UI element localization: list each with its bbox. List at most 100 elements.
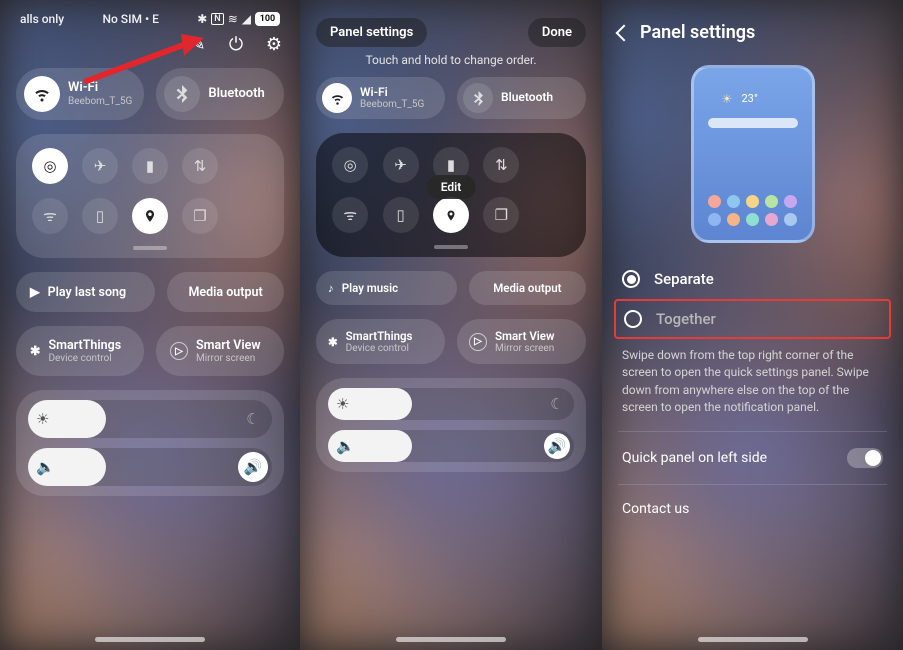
- power-icon[interactable]: ⏻: [226, 34, 246, 54]
- location-toggle[interactable]: [433, 197, 469, 233]
- status-right: ✱ N ≋ ◢ 100: [197, 12, 280, 26]
- wifi-sublabel: Beebom_T_5G: [68, 96, 132, 107]
- signal-status-icon: ◢: [242, 12, 251, 26]
- sort-toggle[interactable]: ⇅: [182, 148, 218, 184]
- brightness-icon: ☀: [336, 395, 349, 413]
- smartthings-label: SmartThings: [48, 338, 121, 353]
- smartthings-chip[interactable]: ✱ SmartThings Device control: [316, 319, 445, 364]
- wifi-icon: [24, 76, 60, 112]
- contact-us-label: Contact us: [622, 501, 689, 517]
- sync-toggle[interactable]: ◎: [332, 147, 368, 183]
- status-bar: alls only No SIM • E ✱ N ≋ ◢ 100: [16, 10, 284, 34]
- contact-us-row[interactable]: Contact us: [618, 485, 887, 533]
- back-icon[interactable]: [616, 24, 633, 41]
- together-label: Together: [656, 310, 716, 328]
- edit-pencil-icon[interactable]: ✎: [188, 34, 208, 54]
- layout-preview: ☀ 23°: [691, 65, 815, 243]
- brightness-slider[interactable]: ☀ ☾: [28, 400, 272, 438]
- bluetooth-tile-edit[interactable]: Bluetooth: [457, 77, 586, 119]
- edit-label[interactable]: Edit: [427, 175, 476, 199]
- airplane-toggle[interactable]: ✈: [82, 148, 118, 184]
- media-output-label: Media output: [493, 281, 561, 295]
- wifi-icon: [322, 83, 352, 113]
- sound-high-icon[interactable]: 🔊: [238, 452, 268, 482]
- separate-option[interactable]: Separate: [618, 261, 887, 297]
- smartthings-chip[interactable]: ✱ SmartThings Device control: [16, 326, 144, 376]
- preview-weather-icon: ☀: [722, 92, 733, 106]
- done-button[interactable]: Done: [528, 18, 586, 47]
- radio-unselected-icon: [624, 310, 642, 328]
- airplane-toggle[interactable]: ✈: [383, 147, 419, 183]
- brightness-slider[interactable]: ☀ ☾: [328, 388, 574, 420]
- play-icon: ▶: [30, 284, 40, 300]
- smartview-icon: ▷: [469, 333, 487, 351]
- together-option[interactable]: Together: [614, 299, 891, 339]
- wifi-tile[interactable]: Wi-Fi Beebom_T_5G: [16, 68, 144, 120]
- smartthings-icon: ✱: [30, 343, 40, 359]
- night-mode-icon[interactable]: ☾: [544, 391, 570, 417]
- bluetooth-label: Bluetooth: [208, 87, 264, 101]
- grid-grabber[interactable]: [434, 245, 468, 249]
- status-left: alls only: [20, 12, 64, 26]
- slider-box: ☀ ☾ 🔈 🔊: [316, 378, 586, 472]
- quick-panel-left-row[interactable]: Quick panel on left side: [618, 432, 887, 485]
- panel-settings-title: Panel settings: [640, 22, 755, 43]
- smartview-chip[interactable]: ▷ Smart View Mirror screen: [156, 326, 284, 376]
- panel-settings-button[interactable]: Panel settings: [316, 18, 427, 47]
- sound-low-icon: 🔈: [336, 437, 355, 455]
- music-icon: ♪: [328, 281, 334, 295]
- play-music-label: Play music: [342, 281, 398, 295]
- nav-bar[interactable]: [95, 637, 205, 642]
- windows-toggle[interactable]: ❐: [182, 198, 218, 234]
- top-actions: ✎ ⏻ ⚙: [16, 34, 284, 54]
- smartview-label: Smart View: [495, 329, 554, 343]
- separate-label: Separate: [654, 270, 714, 288]
- sound-high-icon[interactable]: 🔊: [544, 433, 570, 459]
- panel-settings-header: Panel settings: [618, 10, 887, 61]
- smartthings-sublabel: Device control: [48, 353, 121, 364]
- flashlight-toggle[interactable]: ▮: [132, 148, 168, 184]
- grid-grabber[interactable]: [133, 246, 167, 250]
- battery-toggle[interactable]: ▯: [383, 197, 419, 233]
- smartview-chip[interactable]: ▷ Smart View Mirror screen: [457, 319, 586, 364]
- play-last-song-chip[interactable]: ▶ Play last song: [16, 272, 155, 312]
- wifi-label: Wi-Fi: [360, 86, 424, 99]
- slider-box: ☀ ☾ 🔈 🔊: [16, 390, 284, 496]
- quick-panel-left-label: Quick panel on left side: [622, 450, 767, 466]
- media-output-chip[interactable]: Media output: [469, 271, 586, 305]
- preview-dotrow-1: [694, 195, 812, 208]
- rss-toggle[interactable]: ᯤ: [32, 198, 68, 234]
- battery-status: 100: [255, 12, 280, 26]
- bluetooth-tile[interactable]: Bluetooth: [156, 68, 284, 120]
- sync-toggle[interactable]: ◎: [32, 148, 68, 184]
- option-description: Swipe down from the top right corner of …: [618, 341, 887, 432]
- bluetooth-status-icon: ✱: [197, 12, 207, 26]
- nfc-status-icon: N: [211, 13, 223, 25]
- sort-toggle[interactable]: ⇅: [483, 147, 519, 183]
- preview-slider: [708, 118, 798, 128]
- reorder-hint: Touch and hold to change order.: [316, 53, 586, 67]
- volume-slider[interactable]: 🔈 🔊: [28, 448, 272, 486]
- volume-slider[interactable]: 🔈 🔊: [328, 430, 574, 462]
- settings-gear-icon[interactable]: ⚙: [264, 34, 284, 54]
- nav-bar[interactable]: [396, 637, 506, 642]
- brightness-icon: ☀: [36, 410, 49, 428]
- quick-toggle-grid: ◎ ✈ ▮ ⇅ ᯤ ▯ ❐: [16, 134, 284, 258]
- night-mode-icon[interactable]: ☾: [238, 404, 268, 434]
- wifi-tile-edit[interactable]: Wi-Fi Beebom_T_5G: [316, 77, 445, 119]
- quick-panel-left-switch[interactable]: [847, 448, 883, 468]
- smartview-sublabel: Mirror screen: [196, 353, 261, 364]
- windows-toggle[interactable]: ❐: [483, 197, 519, 233]
- rss-toggle[interactable]: ᯤ: [332, 197, 368, 233]
- smartthings-icon: ✱: [328, 335, 338, 349]
- battery-toggle[interactable]: ▯: [82, 198, 118, 234]
- nav-bar[interactable]: [698, 637, 808, 642]
- preview-temp: 23°: [742, 92, 758, 105]
- play-music-chip[interactable]: ♪ Play music: [316, 271, 457, 305]
- preview-dotrow-2: [694, 213, 812, 226]
- media-output-chip[interactable]: Media output: [167, 272, 284, 312]
- play-last-label: Play last song: [48, 285, 127, 300]
- bluetooth-label: Bluetooth: [501, 91, 553, 104]
- location-toggle[interactable]: [132, 198, 168, 234]
- wifi-sub: Beebom_T_5G: [360, 99, 424, 110]
